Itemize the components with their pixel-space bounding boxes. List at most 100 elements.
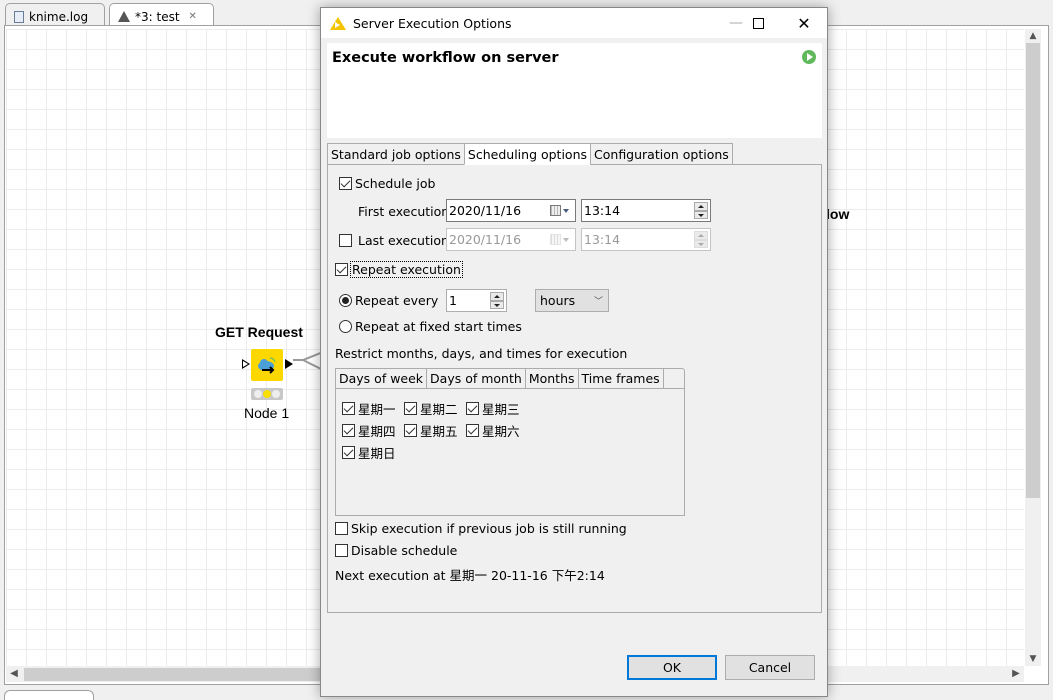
checkbox[interactable]	[335, 263, 348, 276]
scroll-up-icon[interactable]: ▲	[1025, 29, 1041, 43]
radio-label: Repeat every	[355, 293, 439, 308]
last-execution-time-input: 13:14	[581, 228, 711, 251]
checkbox[interactable]	[466, 402, 479, 415]
dialog-titlebar[interactable]: Server Execution Options — ✕	[321, 8, 827, 38]
tab-label: knime.log	[29, 9, 89, 24]
schedule-job-checkbox[interactable]: Schedule job	[339, 176, 435, 191]
tab-standard-job-options[interactable]: Standard job options	[327, 143, 464, 165]
header-title: Execute workflow on server	[332, 50, 559, 66]
checkbox[interactable]	[342, 446, 355, 459]
tab-configuration-options[interactable]: Configuration options	[590, 143, 733, 165]
scroll-right-icon[interactable]: ▶	[1008, 666, 1024, 682]
interval-value: 1	[449, 293, 457, 308]
day-label: 星期四	[358, 424, 396, 439]
time-spinner[interactable]	[694, 202, 708, 219]
skip-execution-checkbox[interactable]: Skip execution if previous job is still …	[335, 521, 627, 536]
day-checkbox-tuesday[interactable]: 星期二	[404, 399, 458, 418]
node-output-port-icon[interactable]	[285, 359, 293, 369]
first-execution-time-input[interactable]: 13:14	[581, 199, 711, 222]
disable-schedule-checkbox[interactable]: Disable schedule	[335, 543, 457, 558]
radio-button[interactable]	[339, 294, 352, 307]
canvas-annotation-text: low	[826, 206, 850, 222]
restrict-label: Restrict months, days, and times for exe…	[335, 346, 627, 361]
cancel-button[interactable]: Cancel	[725, 655, 815, 680]
repeat-unit-dropdown[interactable]: hours ﹀	[535, 289, 609, 312]
day-checkbox-saturday[interactable]: 星期六	[466, 421, 520, 440]
calendar-icon[interactable]	[550, 205, 561, 216]
checkbox[interactable]	[404, 424, 417, 437]
status-light-red	[253, 390, 262, 398]
close-button[interactable]: ✕	[781, 8, 827, 38]
repeat-interval-input[interactable]: 1	[446, 289, 507, 312]
checkbox-label: Schedule job	[355, 176, 436, 191]
checkbox[interactable]	[339, 177, 352, 190]
checkbox[interactable]	[342, 402, 355, 415]
close-icon[interactable]: ✕	[189, 11, 197, 22]
node-title[interactable]: GET Request	[215, 324, 303, 340]
dropdown-arrow-icon	[563, 238, 569, 242]
tab-days-of-week[interactable]: Days of week	[335, 368, 427, 389]
scroll-down-icon[interactable]: ▼	[1025, 652, 1041, 666]
day-checkbox-sunday[interactable]: 星期日	[342, 443, 396, 462]
scrollbar-thumb[interactable]	[1026, 43, 1040, 498]
last-execution-date-picker: 2020/11/16	[446, 228, 576, 251]
repeat-fixed-times-radio[interactable]: Repeat at fixed start times	[339, 319, 522, 334]
spin-up-icon[interactable]	[490, 292, 504, 301]
repeat-execution-checkbox[interactable]: Repeat execution	[335, 261, 463, 278]
day-label: 星期五	[420, 424, 458, 439]
checkbox[interactable]	[342, 424, 355, 437]
checkbox[interactable]	[466, 424, 479, 437]
tab-test-workflow[interactable]: *3: test ✕	[109, 3, 214, 26]
node-status-indicator	[251, 388, 283, 400]
spin-down-icon[interactable]	[694, 210, 708, 219]
repeat-every-radio[interactable]: Repeat every	[339, 293, 438, 308]
spin-down-icon[interactable]	[490, 300, 504, 309]
document-icon	[14, 10, 24, 23]
date-value: 2020/11/16	[449, 232, 522, 247]
day-checkbox-monday[interactable]: 星期一	[342, 399, 396, 418]
checkbox[interactable]	[339, 234, 352, 247]
dropdown-arrow-icon[interactable]	[563, 209, 569, 213]
checkbox[interactable]	[335, 522, 348, 535]
spin-up-icon[interactable]	[694, 202, 708, 211]
node-input-port-icon[interactable]	[242, 359, 250, 369]
tab-scheduling-options[interactable]: Scheduling options	[463, 143, 591, 165]
get-request-node[interactable]	[251, 349, 283, 381]
radio-button[interactable]	[339, 320, 352, 333]
dialog-title: Server Execution Options	[353, 15, 512, 31]
maximize-button[interactable]	[735, 8, 781, 38]
time-value: 13:14	[584, 232, 621, 247]
chevron-down-icon: ﹀	[593, 297, 603, 307]
next-execution-value: Next execution at 星期一 20-11-16 下午2:14	[335, 568, 605, 583]
tab-knime-log[interactable]: knime.log	[5, 3, 105, 26]
bottom-panel-tab[interactable]	[4, 690, 94, 700]
tab-time-frames[interactable]: Time frames	[577, 368, 664, 389]
options-tab-bar: Standard job options Scheduling options …	[327, 143, 733, 165]
tab-months[interactable]: Months	[524, 368, 578, 389]
options-tabs: Schedule job First execution 2020/11/16 …	[327, 143, 822, 613]
checkbox[interactable]	[404, 402, 417, 415]
day-checkbox-friday[interactable]: 星期五	[404, 421, 458, 440]
checkbox[interactable]	[335, 544, 348, 557]
node-connection	[293, 352, 323, 371]
first-execution-label: First execution	[358, 204, 449, 219]
vertical-scrollbar[interactable]: ▲ ▼	[1025, 29, 1041, 666]
checkbox-label: Disable schedule	[351, 543, 458, 558]
last-execution-checkbox[interactable]: Last execution	[339, 233, 449, 248]
node-label[interactable]: Node 1	[244, 405, 289, 421]
label-text: First execution	[358, 204, 450, 219]
restrict-tabs: Days of week Days of month Months Time f…	[335, 368, 685, 516]
day-checkbox-thursday[interactable]: 星期四	[342, 421, 396, 440]
status-light-yellow	[262, 390, 271, 398]
first-execution-date-picker[interactable]: 2020/11/16	[446, 199, 576, 222]
next-execution-text: Next execution at 星期一 20-11-16 下午2:14	[335, 565, 605, 584]
tab-days-of-month[interactable]: Days of month	[426, 368, 525, 389]
date-value: 2020/11/16	[449, 203, 522, 218]
knime-app-icon	[330, 16, 346, 30]
radio-label: Repeat at fixed start times	[355, 319, 522, 334]
day-checkbox-wednesday[interactable]: 星期三	[466, 399, 520, 418]
scroll-left-icon[interactable]: ◀	[6, 666, 22, 682]
scrollbar-thumb[interactable]	[24, 668, 324, 681]
interval-spinner[interactable]	[490, 292, 504, 309]
ok-button[interactable]: OK	[627, 655, 717, 680]
